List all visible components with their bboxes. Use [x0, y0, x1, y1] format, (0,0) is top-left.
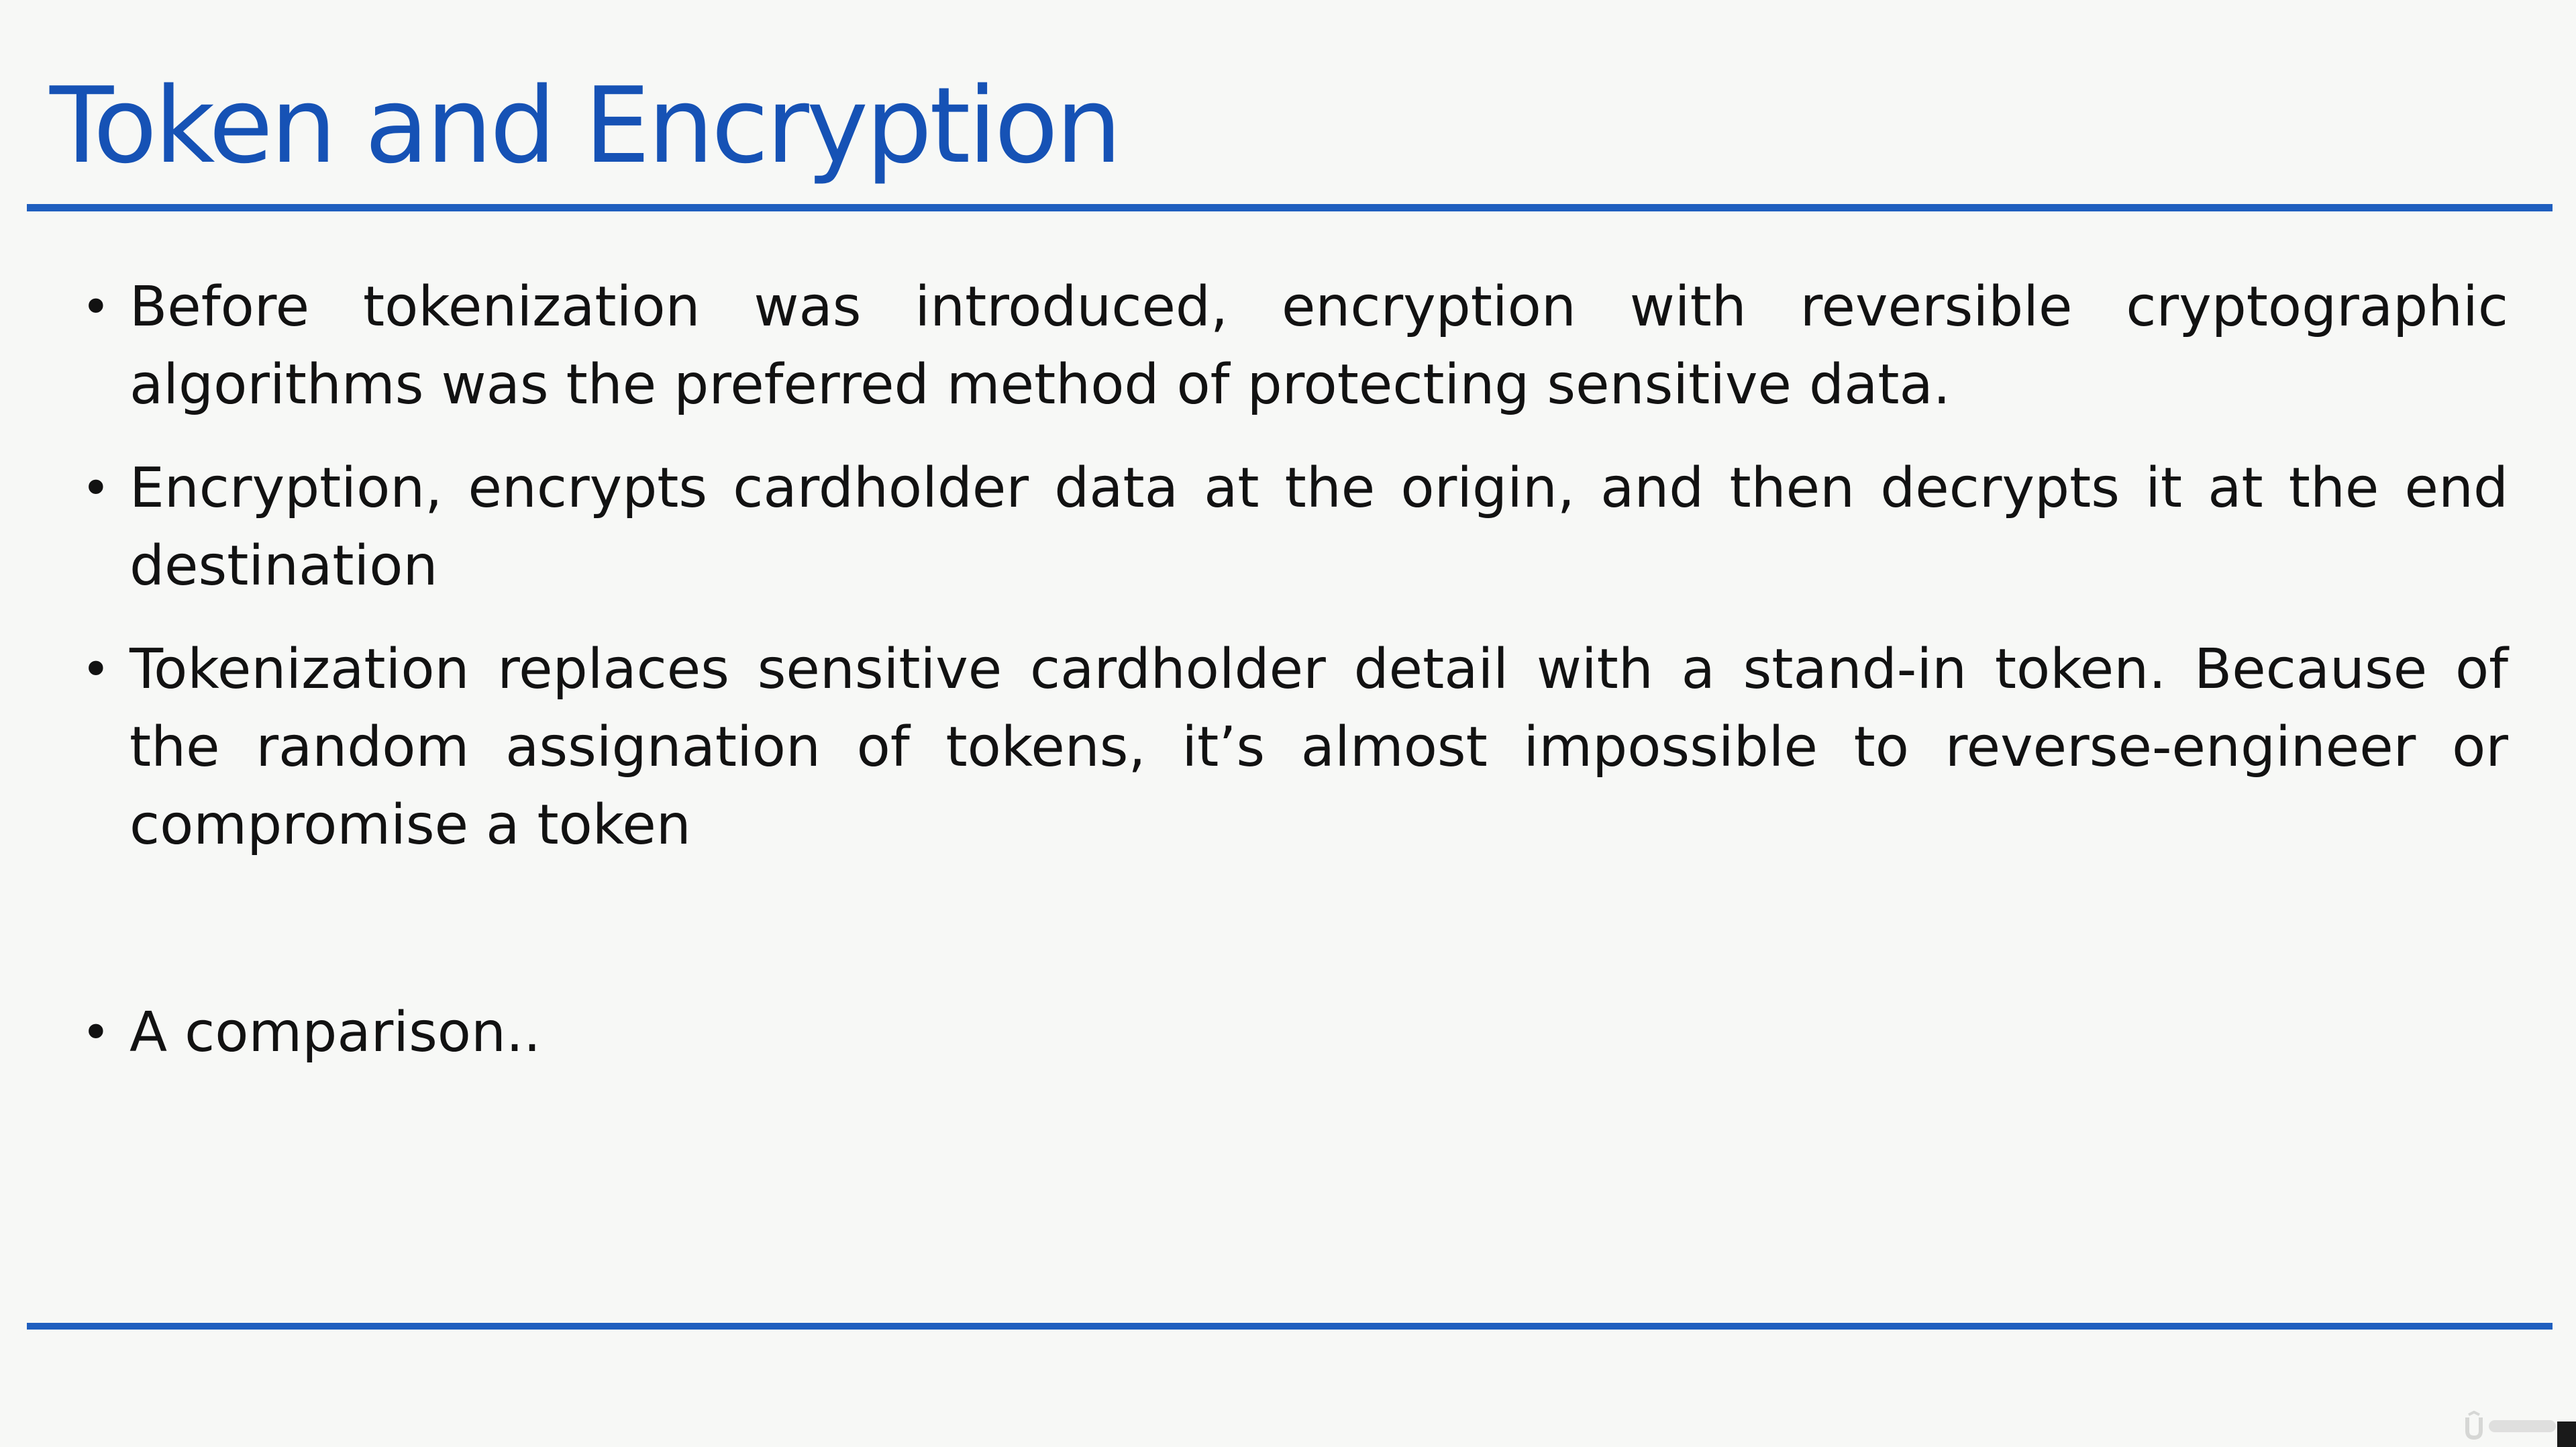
bullet-text: Encryption, encrypts cardholder data at … — [130, 456, 2508, 598]
bullet-point-icon: • — [81, 460, 111, 517]
bullet-list: • Before tokenization was introduced, en… — [77, 268, 2508, 1072]
footer-divider — [27, 1323, 2553, 1330]
bullet-point-icon: • — [81, 641, 111, 699]
slide-title: Token and Encryption — [50, 64, 1122, 187]
bullet-point-icon: • — [81, 1004, 111, 1062]
bullet-item: • Encryption, encrypts cardholder data a… — [77, 450, 2508, 605]
bullet-text: Tokenization replaces sensitive cardhold… — [130, 638, 2508, 857]
bullet-point-icon: • — [81, 279, 111, 336]
bullet-text: A comparison.. — [130, 1001, 542, 1064]
slide: Token and Encryption • Before tokenizati… — [0, 0, 2576, 1447]
title-underline-divider — [27, 204, 2553, 211]
bullet-item: • Before tokenization was introduced, en… — [77, 268, 2508, 424]
bullet-item: • A comparison.. — [77, 994, 2508, 1072]
bullet-item: • Tokenization replaces sensitive cardho… — [77, 631, 2508, 864]
corner-block — [2557, 1421, 2576, 1447]
udemy-logo-icon — [2465, 1411, 2556, 1440]
bullet-text: Before tokenization was introduced, encr… — [130, 275, 2508, 417]
